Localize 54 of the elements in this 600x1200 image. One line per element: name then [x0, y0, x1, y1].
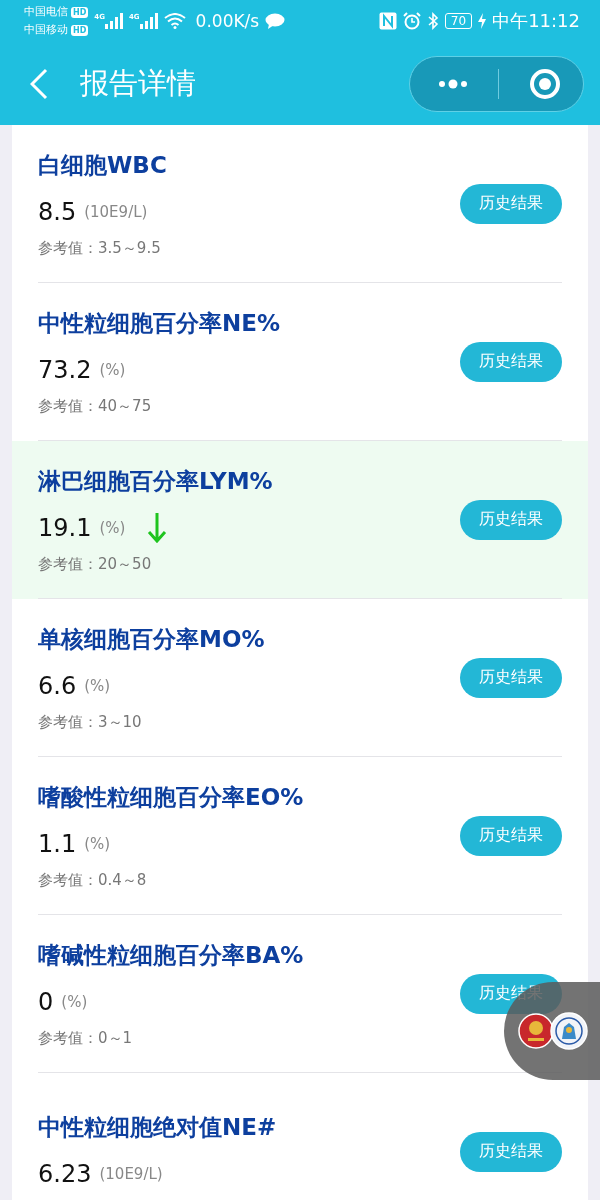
- hd-badge: HD: [71, 6, 89, 18]
- history-button[interactable]: 历史结果: [460, 657, 562, 698]
- message-icon: [265, 13, 286, 29]
- reference-range: 参考值：3～10: [38, 712, 143, 732]
- test-value: 1.1: [38, 829, 77, 858]
- bluetooth-icon: [426, 12, 439, 30]
- charging-icon: [478, 13, 487, 29]
- test-name: 白细胞WBC: [38, 150, 168, 180]
- test-name: 中性粒细胞百分率NE%: [38, 308, 281, 338]
- reference-range: 参考值：0～1: [38, 1028, 134, 1048]
- page-title: 报告详情: [80, 64, 196, 102]
- test-unit: (%): [84, 676, 111, 695]
- reference-range: 参考值：0.4～8: [38, 870, 148, 890]
- carrier-name: 中国移动: [24, 22, 68, 38]
- test-unit: (10E9/L): [99, 1165, 163, 1183]
- test-value: 6.23: [38, 1160, 92, 1188]
- test-name: 淋巴细胞百分率LYM%: [38, 466, 274, 496]
- carrier-name: 中国电信: [24, 4, 68, 20]
- test-unit: (10E9/L): [84, 202, 148, 221]
- test-unit: (%): [61, 992, 88, 1011]
- test-name: 嗜酸性粒细胞百分率EO%: [38, 782, 305, 812]
- emblem-icon[interactable]: [518, 1013, 554, 1049]
- hd-badge: HD: [71, 24, 89, 36]
- test-unit: (%): [84, 834, 111, 853]
- signal-icon: [139, 13, 158, 29]
- reference-range: 参考值：3.5～9.5: [38, 238, 162, 258]
- history-button[interactable]: 历史结果: [460, 183, 562, 224]
- network-speed: 0.00K/s: [195, 11, 260, 31]
- test-value: 8.5: [38, 197, 77, 226]
- badge-icon[interactable]: [550, 1012, 588, 1050]
- test-unit: (%): [99, 518, 126, 537]
- history-button[interactable]: 历史结果: [460, 341, 562, 382]
- nfc-icon: [378, 12, 397, 30]
- test-name: 嗜碱性粒细胞百分率BA%: [38, 940, 305, 970]
- close-icon[interactable]: [529, 67, 561, 100]
- wifi-icon: [163, 13, 186, 29]
- battery-level: 70: [444, 13, 473, 29]
- alarm-icon: [402, 12, 421, 30]
- test-value: 0: [38, 987, 54, 1016]
- back-icon[interactable]: [30, 67, 48, 100]
- test-value: 19.1: [38, 513, 92, 542]
- more-icon[interactable]: [438, 78, 468, 89]
- reference-range: 参考值：40～75: [38, 396, 153, 416]
- test-unit: (%): [99, 360, 126, 379]
- history-button[interactable]: 历史结果: [460, 815, 562, 856]
- signal-icon: [104, 13, 123, 29]
- test-name: 中性粒细胞绝对值NE#: [38, 1113, 278, 1142]
- reference-range: 参考值：20～50: [38, 554, 153, 574]
- test-value: 73.2: [38, 355, 92, 384]
- test-value: 6.6: [38, 671, 77, 700]
- history-button[interactable]: 历史结果: [460, 499, 562, 540]
- clock-time: 中午11:12: [492, 9, 580, 33]
- history-button[interactable]: 历史结果: [460, 1131, 562, 1172]
- test-name: 单核细胞百分率MO%: [38, 624, 266, 654]
